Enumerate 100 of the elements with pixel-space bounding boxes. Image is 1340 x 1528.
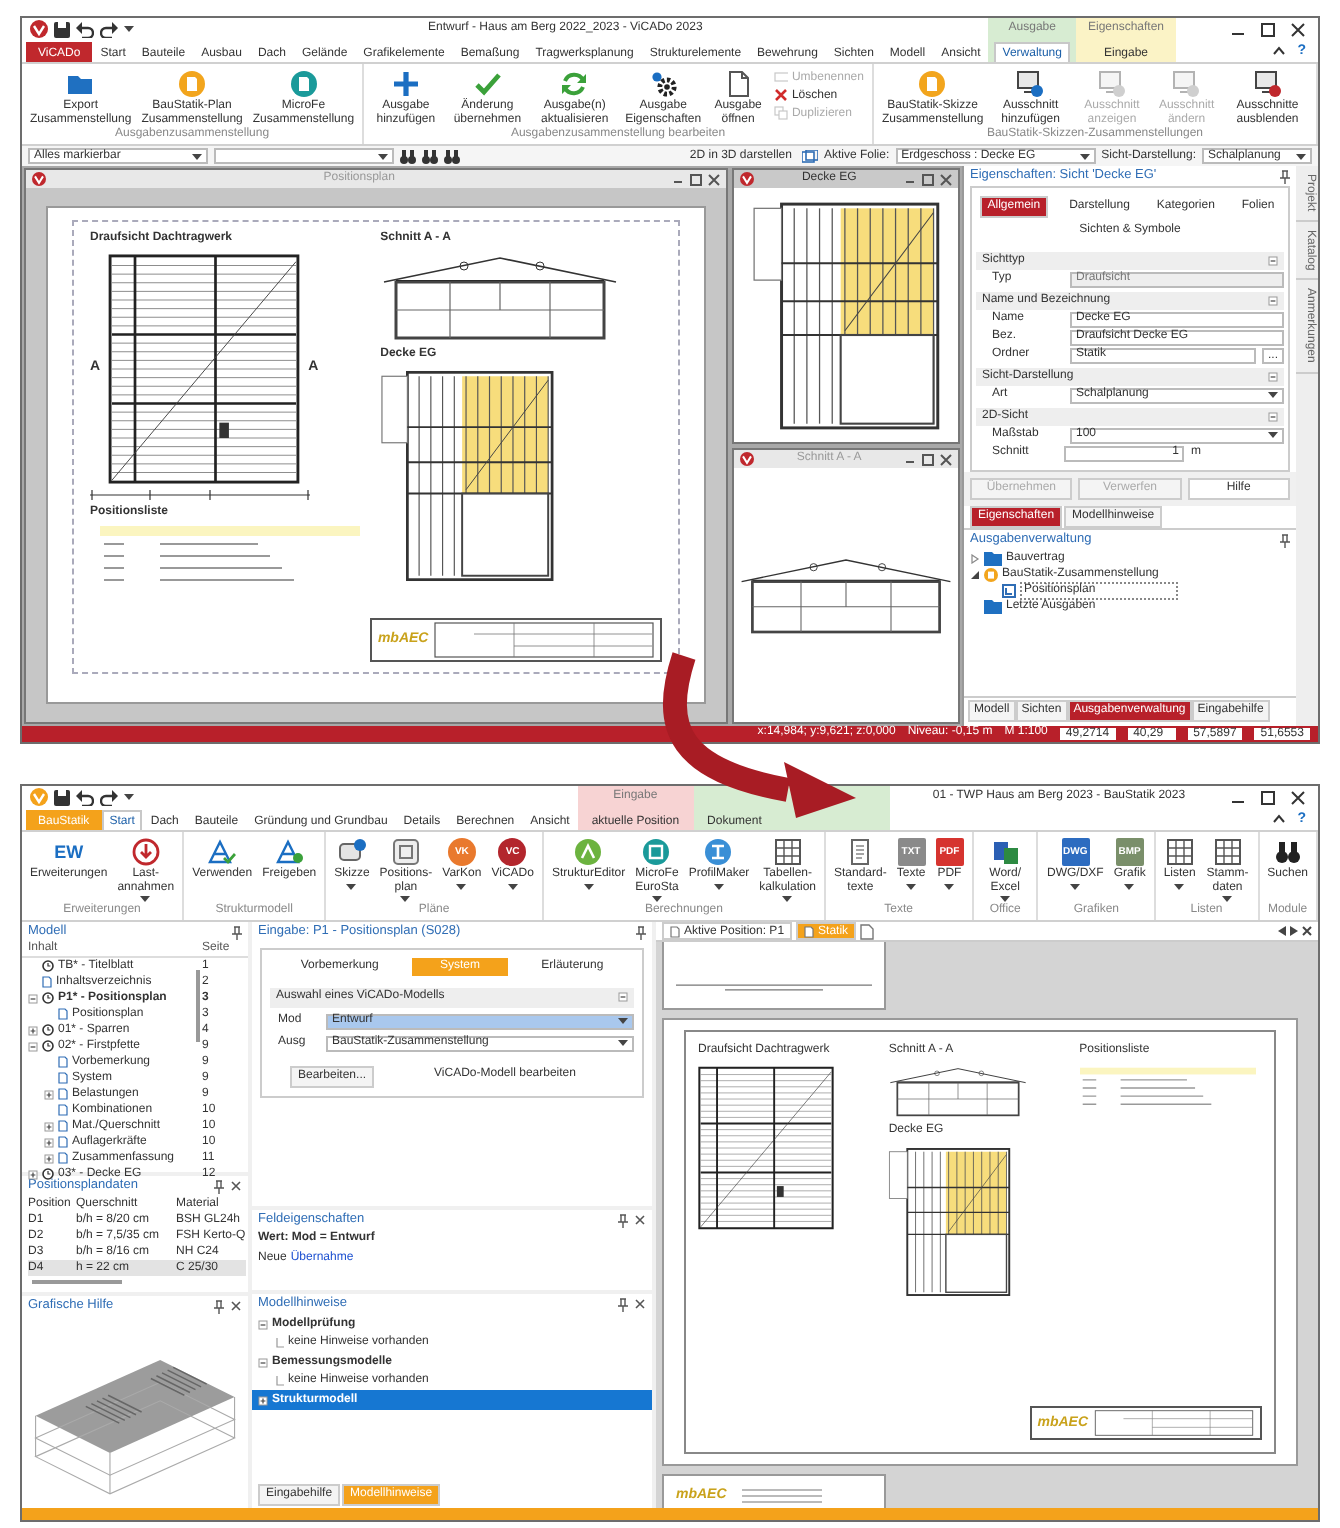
rename-icon: [773, 70, 788, 84]
caret-icon: [1070, 883, 1081, 890]
caret-icon: [782, 896, 793, 903]
expand-icon[interactable]: [44, 1089, 54, 1100]
binoculars-icon[interactable]: [400, 149, 416, 164]
undo-icon[interactable]: [76, 789, 94, 805]
duplicate-icon: [773, 106, 788, 120]
tree-connector-icon: [276, 1376, 284, 1387]
plan-document-icon: [1002, 583, 1016, 598]
close-icon[interactable]: [230, 1180, 242, 1193]
caret-icon: [1124, 883, 1135, 890]
collapse-ribbon-icon[interactable]: [1271, 814, 1286, 824]
pin-icon[interactable]: [636, 925, 646, 940]
caret-icon: [1296, 153, 1306, 160]
close-icon[interactable]: [1290, 789, 1306, 805]
expand-icon[interactable]: [258, 1395, 268, 1406]
caret-icon: [1174, 883, 1185, 890]
pin-icon[interactable]: [618, 1297, 628, 1312]
clock-icon: [42, 1024, 54, 1037]
close-icon[interactable]: [1302, 926, 1312, 937]
screen-icon: [1016, 70, 1045, 98]
tree-connector-icon: [276, 1338, 284, 1349]
document-circle-icon: [918, 70, 947, 98]
caret-icon: [1268, 432, 1278, 439]
caret-icon: [400, 896, 411, 903]
folder-icon: [66, 70, 95, 98]
binoculars-icon[interactable]: [444, 149, 460, 164]
caret-icon: [906, 883, 917, 890]
caret-icon: [378, 153, 388, 160]
pin-icon[interactable]: [214, 1299, 224, 1314]
delete-icon: [773, 88, 788, 102]
clock-icon: [42, 992, 54, 1005]
expand-icon[interactable]: [970, 553, 980, 564]
page-icon: [58, 1008, 68, 1021]
collapse-ribbon-icon[interactable]: [1271, 46, 1286, 56]
scrollbar: [32, 1280, 122, 1285]
save-icon[interactable]: [54, 789, 70, 805]
caret-icon: [507, 883, 518, 890]
check-icon: [473, 70, 502, 98]
structure-icon: [275, 838, 304, 866]
redo-icon[interactable]: [100, 21, 118, 37]
right-arrow-icon[interactable]: [1290, 926, 1298, 937]
maximize-icon[interactable]: [690, 173, 703, 186]
text-document-icon: [846, 838, 875, 866]
app-circle-icon: [704, 838, 733, 866]
close-icon[interactable]: [634, 1214, 646, 1227]
caret-icon: [651, 896, 662, 903]
caret-icon: [192, 153, 202, 160]
expand-icon[interactable]: [44, 1121, 54, 1132]
screen-icon: [1172, 70, 1201, 98]
app-circle-icon: [574, 838, 603, 866]
structure-icon: [208, 838, 237, 866]
expand-icon[interactable]: [44, 1153, 54, 1164]
binoculars-icon[interactable]: [422, 149, 438, 164]
plan-icon: [391, 838, 420, 866]
caret-icon: [124, 794, 134, 800]
caret-icon: [1222, 896, 1233, 903]
maximize-icon[interactable]: [922, 453, 934, 466]
close-icon[interactable]: [230, 1300, 242, 1313]
caret-icon: [583, 883, 594, 890]
folder-icon: [984, 599, 1002, 614]
app-logo-icon[interactable]: [30, 20, 48, 38]
maximize-icon[interactable]: [1260, 789, 1276, 805]
page-icon: [670, 925, 680, 938]
table-icon: [1213, 838, 1242, 866]
clock-icon: [42, 1040, 54, 1053]
app-circle-icon: [642, 838, 671, 866]
close-icon[interactable]: [708, 173, 721, 186]
pin-icon[interactable]: [232, 925, 242, 940]
plus-icon: [391, 70, 420, 98]
pin-icon[interactable]: [618, 1213, 628, 1228]
pin-icon[interactable]: [214, 1179, 224, 1194]
caret-icon: [618, 1040, 628, 1047]
folder-icon: [984, 551, 1002, 566]
left-arrow-icon[interactable]: [1278, 926, 1286, 937]
close-icon[interactable]: [634, 1298, 646, 1311]
caret-icon: [618, 1018, 628, 1025]
close-icon[interactable]: [1290, 21, 1306, 37]
document-circle-icon: [178, 70, 207, 98]
gear-icon: [649, 70, 678, 98]
close-icon[interactable]: [940, 453, 952, 466]
pin-icon[interactable]: [1280, 169, 1290, 184]
undo-icon[interactable]: [76, 21, 94, 37]
expand-icon[interactable]: [28, 1169, 38, 1180]
redo-icon[interactable]: [100, 789, 118, 805]
office-documents-icon: [991, 838, 1020, 866]
document-circle-icon: [289, 70, 318, 98]
binoculars-icon: [1273, 838, 1302, 866]
scrollbar: [196, 970, 200, 1043]
page-icon: [804, 925, 815, 938]
expand-icon[interactable]: [28, 1025, 38, 1036]
dropdown-field[interactable]: [214, 148, 394, 165]
caret-icon: [1079, 153, 1090, 160]
pin-icon[interactable]: [1280, 533, 1290, 548]
expand-icon[interactable]: [44, 1137, 54, 1148]
caret-icon: [713, 883, 724, 890]
caret-icon: [456, 883, 467, 890]
maximize-icon[interactable]: [1260, 21, 1276, 37]
save-icon[interactable]: [54, 21, 70, 37]
collapse-icon[interactable]: [970, 569, 980, 580]
